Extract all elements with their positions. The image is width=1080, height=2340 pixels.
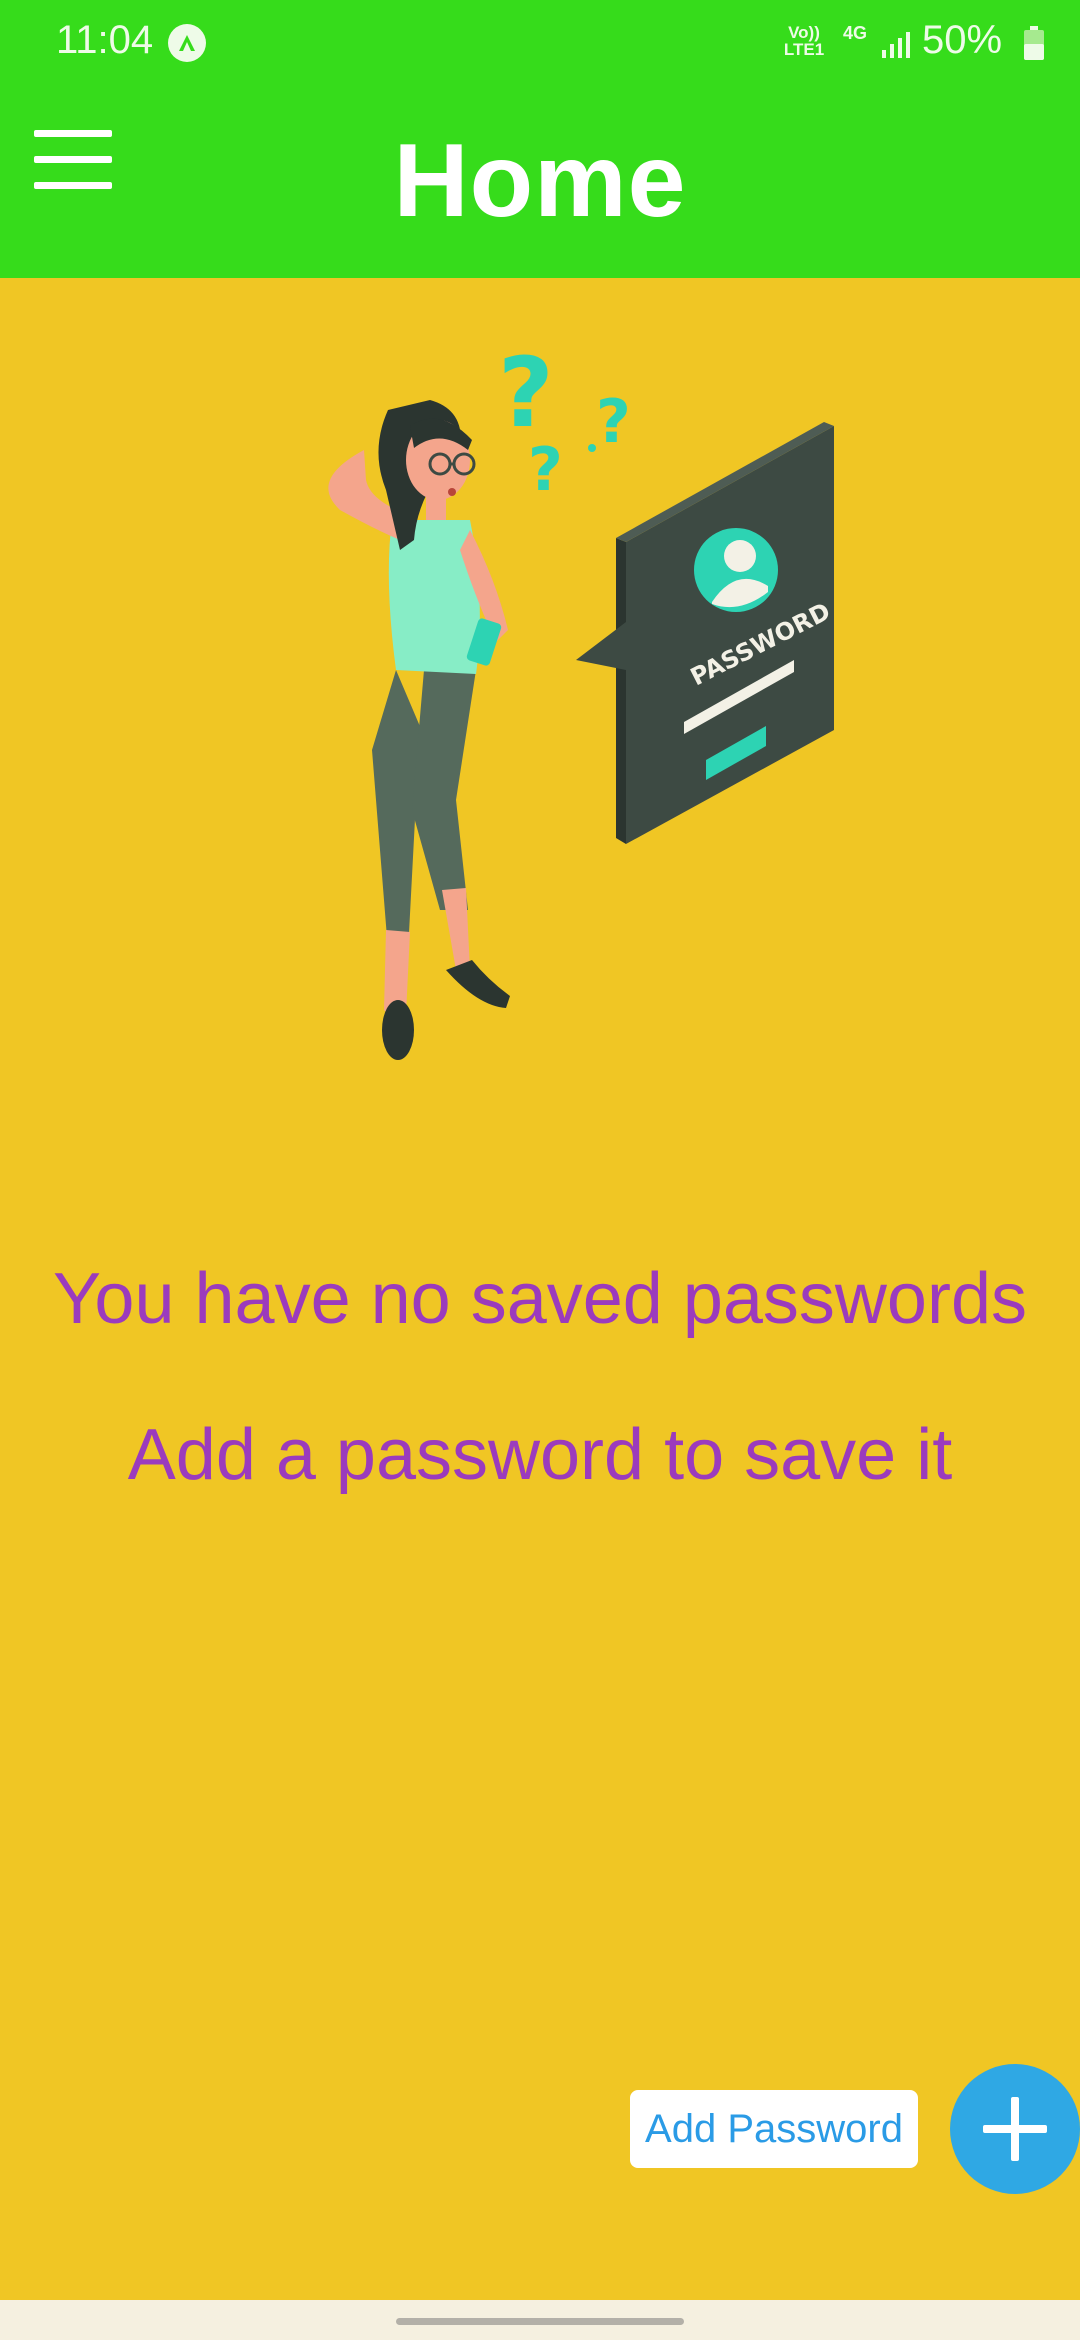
home-gesture-handle[interactable] (396, 2318, 684, 2325)
app-header: Home (0, 88, 1080, 278)
network-4g-icon: 4G (842, 23, 867, 43)
app-screen: 11:04 Vo)) LTE1 4G 50% Home ? ? ? PASSWO… (0, 0, 1080, 2340)
battery-icon (1024, 26, 1044, 60)
notification-app-icon (168, 24, 206, 62)
status-time: 11:04 (56, 18, 154, 62)
signal-strength-icon (882, 32, 910, 58)
empty-state-subtitle: Add a password to save it (127, 1415, 953, 1495)
system-navigation-bar (0, 2300, 1080, 2340)
volte-icon: Vo)) LTE1 (783, 23, 825, 59)
battery-percentage: 50% (922, 18, 1003, 62)
svg-text:?: ? (498, 337, 554, 449)
confused-woman-password-illustration: ? ? ? PASSWORD (328, 337, 835, 1060)
status-bar: 11:04 Vo)) LTE1 4G 50% (0, 0, 1080, 88)
empty-state-title: You have no saved passwords (52, 1259, 1027, 1339)
svg-text:?: ? (528, 435, 563, 505)
svg-text:?: ? (596, 387, 631, 457)
page-title: Home (393, 123, 687, 239)
add-password-fab[interactable] (950, 2064, 1080, 2194)
add-password-label[interactable]: Add Password (630, 2090, 918, 2168)
